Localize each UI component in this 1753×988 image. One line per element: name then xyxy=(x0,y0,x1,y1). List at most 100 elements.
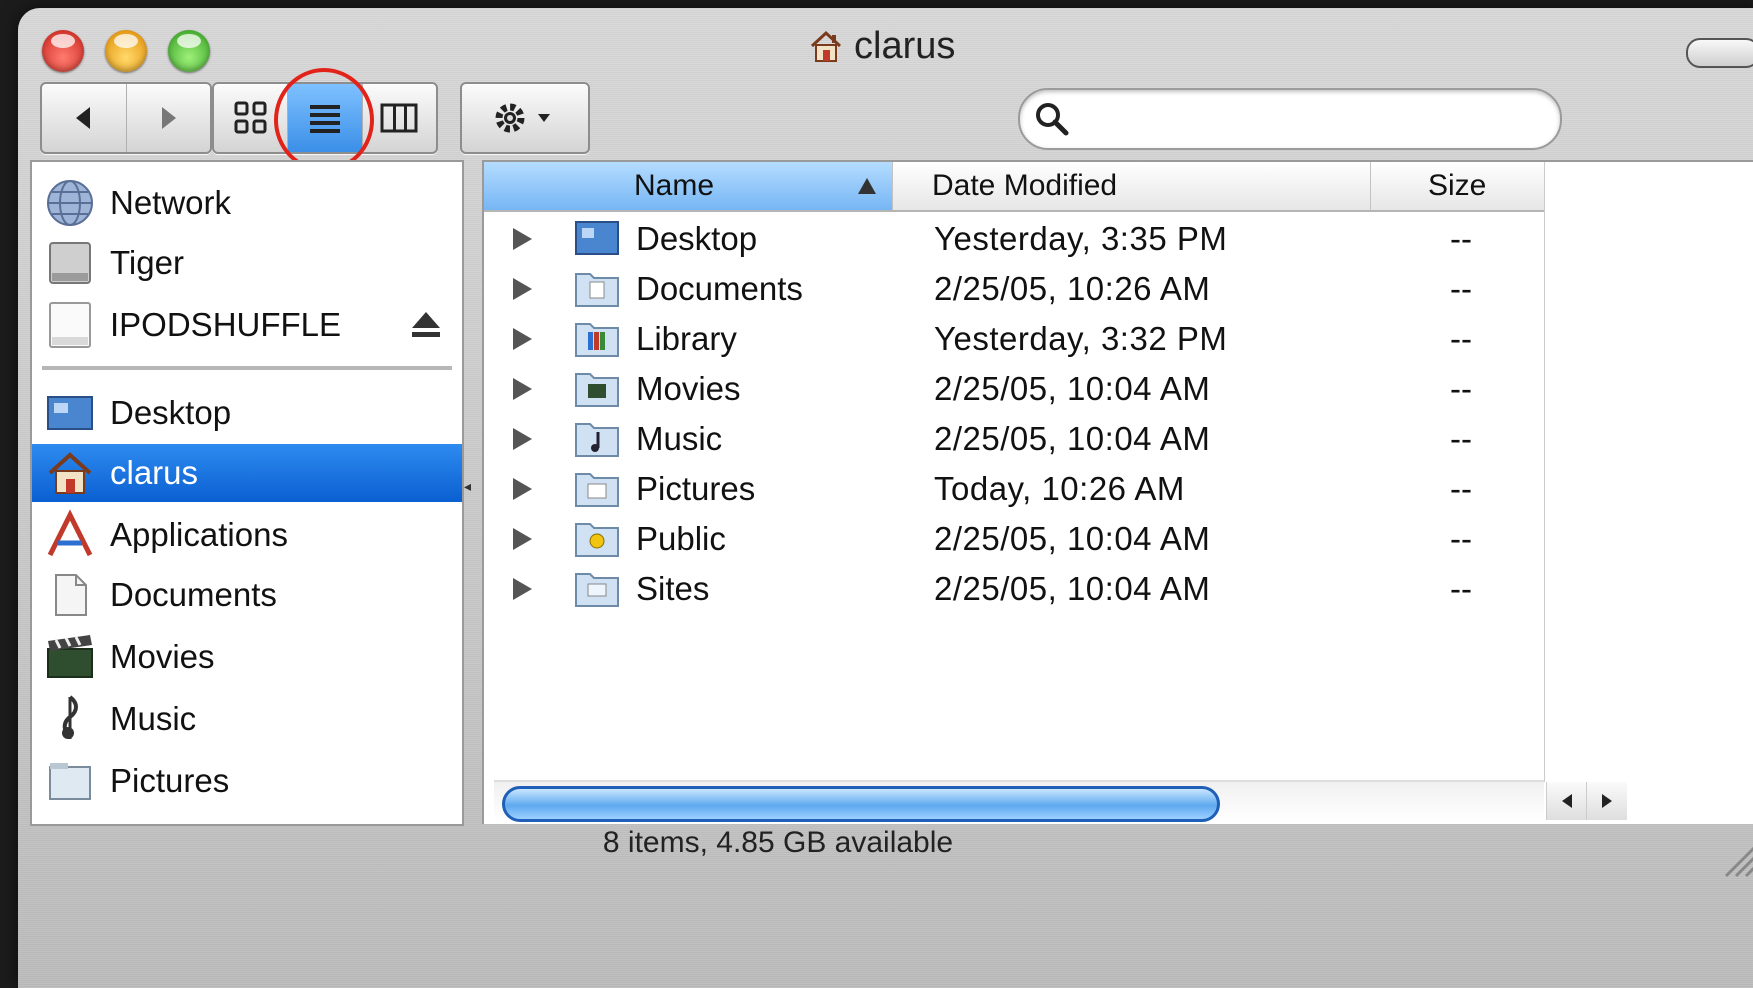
sidebar-item-movies[interactable]: Movies xyxy=(32,628,462,686)
window-title: clarus xyxy=(808,24,955,68)
zoom-window-button[interactable] xyxy=(168,30,210,72)
file-size: -- xyxy=(1450,220,1472,257)
sidebar-splitter[interactable]: ◂ xyxy=(464,478,471,494)
file-size: -- xyxy=(1450,270,1472,307)
sidebar-item-applications[interactable]: Applications xyxy=(32,506,462,564)
library-folder-icon xyxy=(575,323,619,357)
sidebar-item-clarus[interactable]: clarus xyxy=(32,444,462,502)
documents-icon xyxy=(55,574,87,616)
column-header-label: Name xyxy=(634,169,715,202)
disclosure-triangle-icon[interactable] xyxy=(510,276,534,302)
file-date: Yesterday, 3:32 PM xyxy=(934,320,1228,357)
file-date: 2/25/05, 10:04 AM xyxy=(934,420,1211,457)
file-size: -- xyxy=(1450,370,1472,407)
desktop-folder-icon xyxy=(47,396,93,430)
column-header-date-modified[interactable]: Date Modified xyxy=(892,162,1371,210)
toolbar-toggle-button[interactable] xyxy=(1686,38,1753,68)
applications-icon xyxy=(47,509,93,557)
sidebar-item-label: Desktop xyxy=(110,394,232,431)
network-globe-icon xyxy=(47,180,93,226)
public-folder-icon xyxy=(575,523,619,557)
sidebar-item-ipodshuffle[interactable]: IPODSHUFFLE xyxy=(32,296,462,354)
resize-grip-icon[interactable] xyxy=(1718,838,1753,878)
scroll-right-button[interactable] xyxy=(1586,782,1627,820)
sidebar-item-desktop[interactable]: Desktop xyxy=(32,384,462,442)
icon-view-icon xyxy=(234,101,267,134)
file-size: -- xyxy=(1450,570,1472,607)
scroll-left-button[interactable] xyxy=(1546,782,1587,820)
sidebar-item-documents[interactable]: Documents xyxy=(32,566,462,624)
search-input[interactable] xyxy=(1090,98,1544,140)
movies-folder-icon xyxy=(575,373,619,407)
highlight-ring-annotation xyxy=(274,68,374,172)
sidebar-item-network[interactable]: Network xyxy=(32,174,462,232)
file-date: Today, 10:26 AM xyxy=(934,470,1185,507)
sidebar-item-label: Movies xyxy=(110,638,215,675)
list-right-border xyxy=(1544,162,1545,782)
table-row[interactable]: Music 2/25/05, 10:04 AM -- xyxy=(484,414,1544,464)
sidebar-item-label: clarus xyxy=(110,454,199,491)
sidebar-item-label: Music xyxy=(110,700,197,737)
file-name: Library xyxy=(636,320,737,357)
disclosure-triangle-icon[interactable] xyxy=(510,426,534,452)
close-window-button[interactable] xyxy=(42,30,84,72)
scroll-right-icon xyxy=(1602,794,1612,808)
disclosure-triangle-icon[interactable] xyxy=(510,376,534,402)
forward-button[interactable] xyxy=(127,84,211,152)
action-menu-face[interactable] xyxy=(462,84,588,152)
disclosure-triangle-icon[interactable] xyxy=(510,226,534,252)
minimize-window-button[interactable] xyxy=(105,30,147,72)
sidebar-item-label: Applications xyxy=(110,516,288,553)
status-bar-text: 8 items, 4.85 GB available xyxy=(602,826,954,859)
table-row[interactable]: Sites 2/25/05, 10:04 AM -- xyxy=(484,564,1544,614)
file-name: Documents xyxy=(636,270,803,307)
disclosure-triangle-icon[interactable] xyxy=(510,476,534,502)
gear-icon xyxy=(495,103,550,133)
scrollbar-thumb[interactable] xyxy=(502,786,1220,822)
search-field[interactable] xyxy=(1018,88,1562,150)
horizontal-scrollbar[interactable] xyxy=(494,780,1544,822)
table-row[interactable]: Documents 2/25/05, 10:26 AM -- xyxy=(484,264,1544,314)
column-header-name[interactable]: Name xyxy=(484,162,893,210)
file-date: 2/25/05, 10:04 AM xyxy=(934,520,1211,557)
file-name: Pictures xyxy=(636,470,756,507)
ipod-drive-icon xyxy=(49,302,91,348)
table-row[interactable]: Pictures Today, 10:26 AM -- xyxy=(484,464,1544,514)
sidebar-item-label: Tiger xyxy=(110,244,184,281)
column-header-size[interactable]: Size xyxy=(1370,162,1545,210)
file-size: -- xyxy=(1450,470,1472,507)
file-date: 2/25/05, 10:26 AM xyxy=(934,270,1211,307)
sidebar-divider xyxy=(42,366,452,370)
file-date: 2/25/05, 10:04 AM xyxy=(934,570,1211,607)
scroll-left-icon xyxy=(1562,794,1572,808)
table-row[interactable]: Public 2/25/05, 10:04 AM -- xyxy=(484,514,1544,564)
sidebar-item-pictures[interactable]: Pictures xyxy=(32,752,462,810)
sidebar-item-music[interactable]: Music xyxy=(32,690,462,748)
music-icon xyxy=(62,695,78,739)
file-date: Yesterday, 3:35 PM xyxy=(934,220,1228,257)
eject-icon[interactable] xyxy=(410,310,442,340)
home-icon xyxy=(48,452,92,494)
table-row[interactable]: Desktop Yesterday, 3:35 PM -- xyxy=(484,214,1544,264)
file-date: 2/25/05, 10:04 AM xyxy=(934,370,1211,407)
action-menu-button[interactable] xyxy=(460,82,590,154)
pictures-folder-icon xyxy=(575,473,619,507)
sort-ascending-icon xyxy=(858,178,876,194)
sidebar-item-tiger[interactable]: Tiger xyxy=(32,234,462,292)
desktop-folder-icon xyxy=(575,221,619,255)
disclosure-triangle-icon[interactable] xyxy=(510,526,534,552)
column-view-icon xyxy=(380,103,418,133)
disclosure-triangle-icon[interactable] xyxy=(510,326,534,352)
sidebar-item-label: IPODSHUFFLE xyxy=(110,306,342,343)
sidebar: Network Tiger IPODSHUFFLE Desktop clarus… xyxy=(30,160,464,826)
column-header-label: Size xyxy=(1428,169,1487,202)
table-row[interactable]: Library Yesterday, 3:32 PM -- xyxy=(484,314,1544,364)
table-row[interactable]: Movies 2/25/05, 10:04 AM -- xyxy=(484,364,1544,414)
file-size: -- xyxy=(1450,320,1472,357)
music-folder-icon xyxy=(575,423,619,457)
file-size: -- xyxy=(1450,420,1472,457)
window-title-text: clarus xyxy=(854,24,956,67)
sidebar-item-label: Network xyxy=(110,184,232,221)
back-button[interactable] xyxy=(42,84,127,152)
disclosure-triangle-icon[interactable] xyxy=(510,576,534,602)
